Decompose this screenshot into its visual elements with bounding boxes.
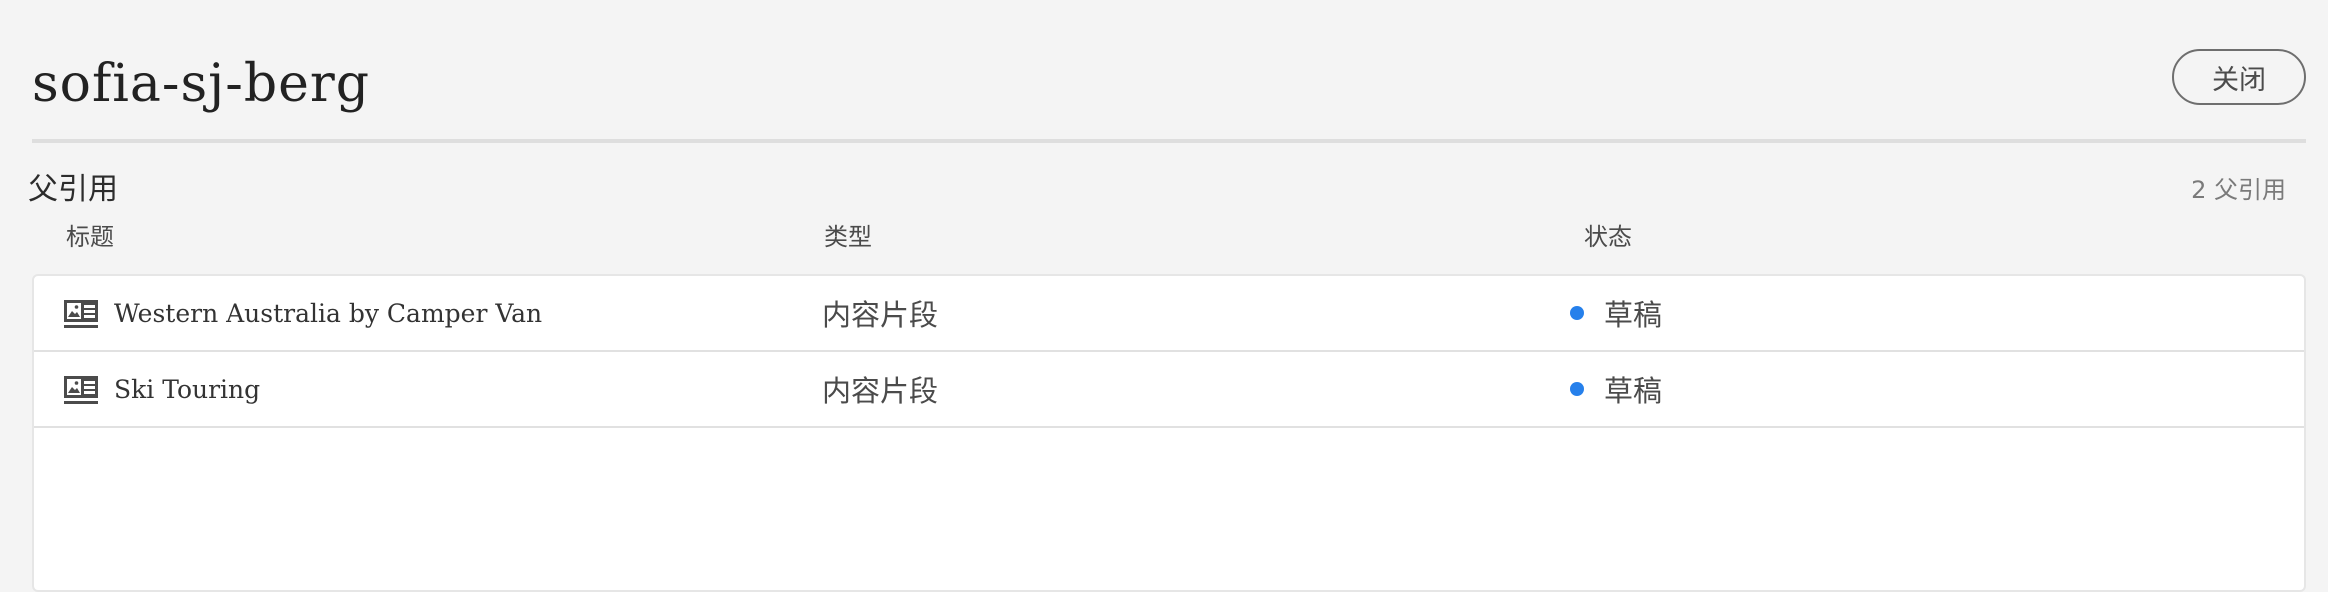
close-button[interactable]: 关闭: [2172, 49, 2306, 105]
status-label: 草稿: [1604, 298, 1663, 332]
table-row[interactable]: Ski Touring 内容片段 草稿: [34, 352, 2304, 428]
references-table: Western Australia by Camper Van 内容片段 草稿 …: [32, 274, 2306, 592]
row-type: 内容片段: [822, 374, 939, 408]
column-header-title[interactable]: 标题: [66, 220, 114, 254]
page-title: sofia-sj-berg: [32, 54, 371, 114]
status-label: 草稿: [1604, 374, 1663, 408]
row-title[interactable]: Ski Touring: [114, 352, 260, 426]
row-status: 草稿: [1570, 352, 1662, 426]
column-header-type[interactable]: 类型: [824, 220, 872, 254]
status-dot-icon: [1570, 382, 1584, 396]
column-header-status[interactable]: 状态: [1584, 220, 1632, 254]
header-divider: [32, 139, 2306, 143]
table-row[interactable]: Western Australia by Camper Van 内容片段 草稿: [34, 276, 2304, 352]
parent-reference-count: 2 父引用: [2191, 176, 2286, 204]
content-fragment-icon: [64, 300, 98, 328]
row-title[interactable]: Western Australia by Camper Van: [114, 276, 542, 350]
status-dot-icon: [1570, 306, 1584, 320]
content-fragment-icon: [64, 376, 98, 404]
section-title: 父引用: [28, 172, 118, 207]
row-type: 内容片段: [822, 298, 939, 332]
row-status: 草稿: [1570, 276, 1662, 350]
